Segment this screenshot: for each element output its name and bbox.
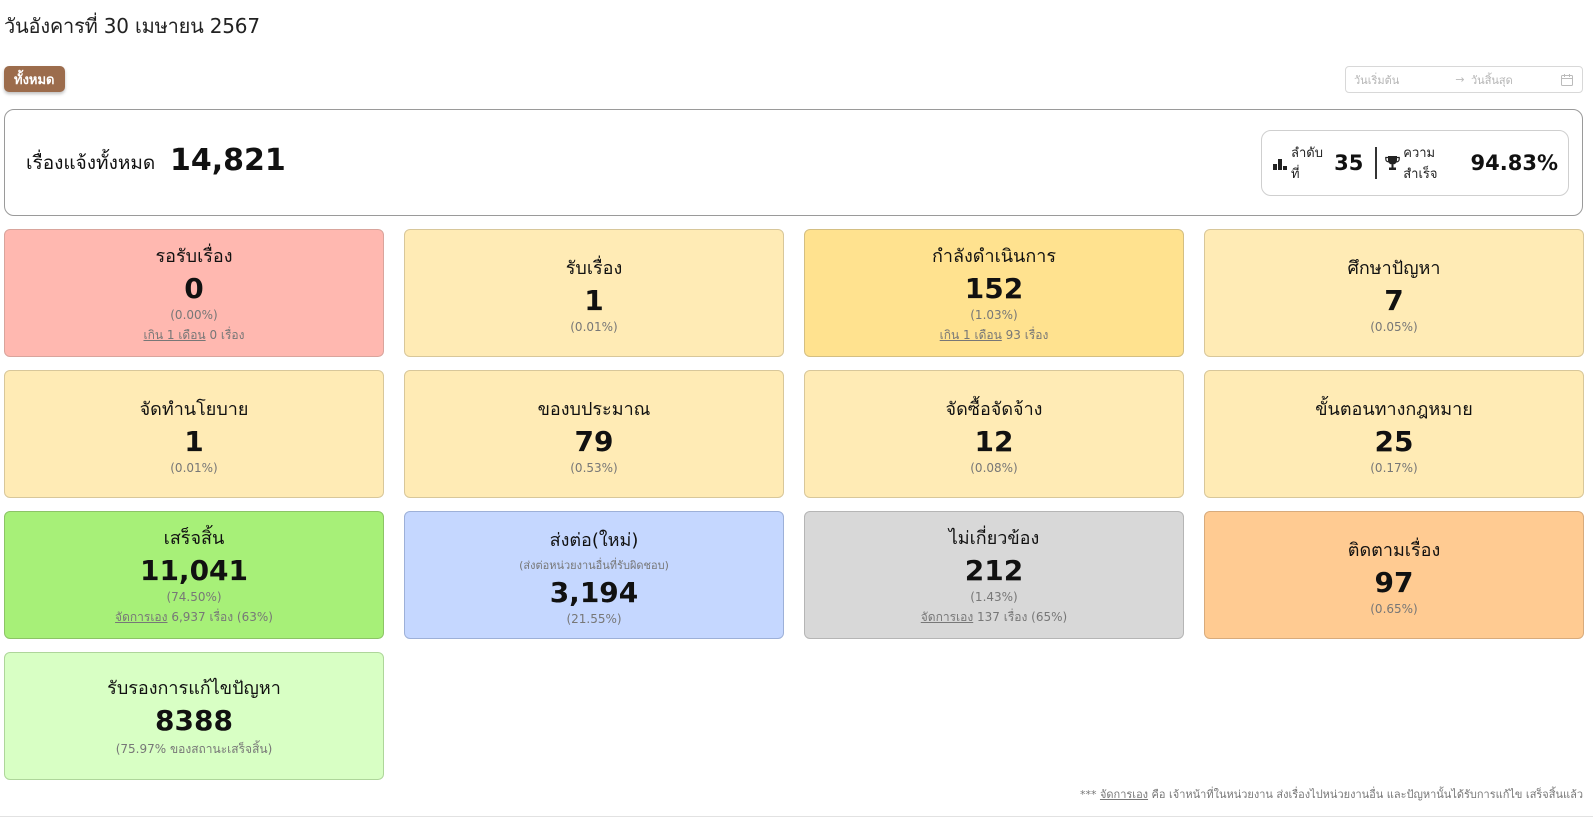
total-label: เรื่องแจ้งทั้งหมด [26,152,156,174]
footnote-prefix: *** [1079,788,1100,801]
card-note-text: 0 เรื่อง [205,328,245,342]
card-policy[interactable]: จัดทำนโยบาย 1 (0.01%) [4,370,384,498]
card-title: รับเรื่อง [565,257,623,279]
card-value: 1 [584,283,604,317]
card-certified-fix[interactable]: รับรองการแก้ไขปัญหา 8388 (75.97% ของสถาน… [4,652,384,780]
card-value: 212 [964,554,1024,587]
card-title: ศึกษาปัญหา [1347,257,1441,279]
rank-label: ลำดับที่ [1291,146,1323,182]
card-percent: (75.97% ของสถานะเสร็จสิ้น) [115,742,273,756]
success-label: ความสำเร็จ [1403,146,1438,182]
card-percent: (21.55%) [566,611,622,626]
card-note-text: 137 เรื่อง (65%) [973,610,1068,624]
card-note: จัดการเอง 6,937 เรื่อง (63%) [115,608,273,627]
arrow-right-icon: → [1455,73,1465,86]
card-in-progress[interactable]: กำลังดำเนินการ 152 (1.03%) เกิน 1 เดือน … [804,229,1184,357]
card-value: 0 [184,272,204,305]
date-range-picker[interactable]: วันเริ่มต้น → วันสิ้นสุด [1345,66,1583,93]
card-percent: (0.01%) [570,319,618,334]
card-percent: (0.65%) [1370,601,1418,616]
card-subtitle: (ส่งต่อหน่วยงานอื่นที่รับผิดชอบ) [519,558,669,572]
page-title: วันอังคารที่ 30 เมษายน 2567 [4,14,260,38]
summary-panel: เรื่องแจ้งทั้งหมด 14,821 ลำดับที่ 35 ควา… [4,109,1583,216]
rank-value: 35 [1334,151,1364,175]
card-pending-receive[interactable]: รอรับเรื่อง 0 (0.00%) เกิน 1 เดือน 0 เรื… [4,229,384,357]
card-title: เสร็จสิ้น [163,528,225,549]
card-title: จัดทำนโยบาย [139,398,249,420]
card-percent: (0.00%) [170,308,218,322]
card-value: 1 [184,424,204,458]
card-budget-request[interactable]: ของบประมาณ 79 (0.53%) [404,370,784,498]
card-value: 7 [1384,283,1404,317]
self-handled-link[interactable]: จัดการเอง [115,610,167,624]
filter-all-button[interactable]: ทั้งหมด [4,66,65,92]
card-legal-process[interactable]: ขั้นตอนทางกฎหมาย 25 (0.17%) [1204,370,1584,498]
card-title: จัดซื้อจัดจ้าง [945,398,1043,420]
self-handled-link[interactable]: จัดการเอง [921,610,973,624]
card-note-text: 93 เรื่อง [1001,328,1049,342]
card-note: เกิน 1 เดือน 93 เรื่อง [940,326,1049,345]
card-value: 11,041 [139,554,249,587]
card-percent: (1.43%) [970,590,1018,604]
card-title: ขั้นตอนทางกฎหมาย [1315,398,1473,420]
card-percent: (0.53%) [570,460,618,475]
card-value: 8388 [155,704,233,737]
card-percent: (0.08%) [970,460,1018,475]
card-title: รอรับเรื่อง [155,246,233,267]
date-end-input[interactable]: วันสิ้นสุด [1471,71,1560,89]
podium-icon [1273,159,1287,170]
card-value: 25 [1374,424,1414,458]
card-title: ไม่เกี่ยวข้อง [948,528,1040,549]
card-value: 79 [574,424,614,458]
card-value: 152 [964,272,1024,305]
card-received[interactable]: รับเรื่อง 1 (0.01%) [404,229,784,357]
footnote: *** จัดการเอง คือ เจ้าหน้าที่ในหน่วยงาน … [1080,785,1583,803]
success-value: 94.83% [1470,151,1558,175]
divider [1375,147,1378,179]
card-value: 3,194 [549,575,639,609]
calendar-icon[interactable] [1560,73,1574,87]
card-note: เกิน 1 เดือน 0 เรื่อง [143,326,244,345]
trophy-icon [1385,156,1401,170]
total-count: 14,821 [170,143,286,178]
over-one-month-link[interactable]: เกิน 1 เดือน [143,328,205,342]
card-value: 12 [974,424,1014,458]
card-follow-up[interactable]: ติดตามเรื่อง 97 (0.65%) [1204,511,1584,639]
card-procurement[interactable]: จัดซื้อจัดจ้าง 12 (0.08%) [804,370,1184,498]
rank-box: ลำดับที่ 35 ความสำเร็จ 94.83% [1261,130,1569,196]
card-percent: (0.17%) [1370,460,1418,475]
card-irrelevant[interactable]: ไม่เกี่ยวข้อง 212 (1.43%) จัดการเอง 137 … [804,511,1184,639]
card-title: กำลังดำเนินการ [931,246,1057,267]
self-handled-link[interactable]: จัดการเอง [1100,788,1148,801]
card-percent: (0.05%) [1370,319,1418,334]
card-study-problem[interactable]: ศึกษาปัญหา 7 (0.05%) [1204,229,1584,357]
card-value: 97 [1374,565,1414,599]
card-title: ของบประมาณ [537,398,651,420]
card-percent: (0.01%) [170,460,218,475]
footnote-text: คือ เจ้าหน้าที่ในหน่วยงาน ส่งเรื่องไปหน่… [1148,788,1583,801]
divider [0,816,1593,817]
date-start-input[interactable]: วันเริ่มต้น [1354,71,1449,89]
card-percent: (1.03%) [970,308,1018,322]
card-note-text: 6,937 เรื่อง (63%) [167,610,273,624]
card-title: ติดตามเรื่อง [1347,539,1441,561]
over-one-month-link[interactable]: เกิน 1 เดือน [940,328,1002,342]
card-forwarded[interactable]: ส่งต่อ(ใหม่) (ส่งต่อหน่วยงานอื่นที่รับผิ… [404,511,784,639]
card-percent: (74.50%) [166,590,222,604]
card-title: รับรองการแก้ไขปัญหา [107,678,281,699]
card-note: จัดการเอง 137 เรื่อง (65%) [921,608,1067,627]
card-completed[interactable]: เสร็จสิ้น 11,041 (74.50%) จัดการเอง 6,93… [4,511,384,639]
card-title: ส่งต่อ(ใหม่) [549,529,639,551]
